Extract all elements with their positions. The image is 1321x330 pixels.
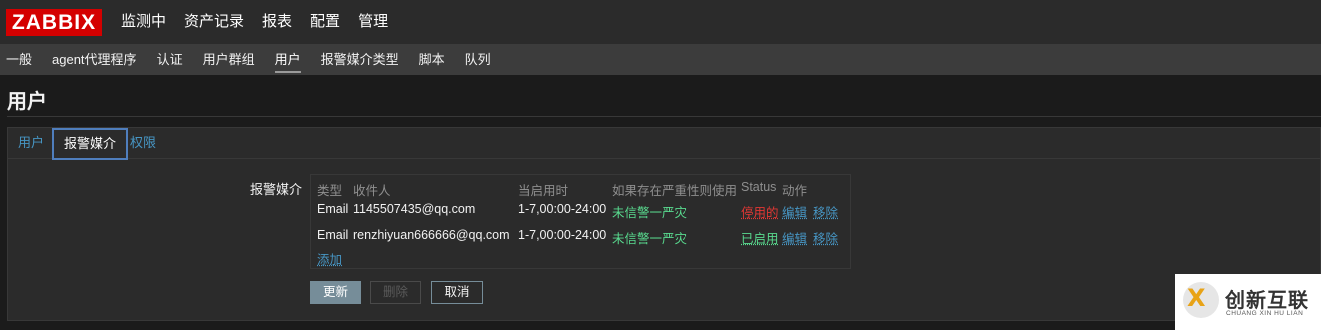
cancel-button[interactable]: 取消 xyxy=(431,281,483,304)
top-navigation-bar: ZABBIX 监测中 资产记录 报表 配置 管理 xyxy=(0,0,1321,44)
row1-edit-link[interactable]: 编辑 xyxy=(782,202,807,221)
row2-recipient: renzhiyuan666666@qq.com xyxy=(353,228,510,242)
row1-remove-link[interactable]: 移除 xyxy=(813,202,838,221)
form-tabs: 用户 报警媒介 权限 xyxy=(8,128,1320,160)
row1-severity: 未信警一严灾 xyxy=(612,206,688,220)
tab-media[interactable]: 报警媒介 xyxy=(52,128,129,160)
row2-edit-link[interactable]: 编辑 xyxy=(782,228,807,247)
watermark-logo: X 创新互联 CHUANG XIN HU LIAN xyxy=(1175,274,1321,330)
submenu-item-authentication[interactable]: 认证 xyxy=(147,44,193,75)
column-header-status: Status xyxy=(741,180,777,194)
watermark-x-icon: X xyxy=(1187,283,1206,313)
row2-type: Email xyxy=(317,228,349,242)
row2-status-toggle[interactable]: 已启用 xyxy=(741,228,779,247)
column-header-type: 类型 xyxy=(317,184,343,198)
column-header-recipient: 收件人 xyxy=(353,184,391,198)
media-table: 类型 收件人 当启用时 如果存在严重性则使用 Status 动作 Email 1… xyxy=(310,174,851,269)
column-header-severity: 如果存在严重性则使用 xyxy=(612,184,738,198)
sub-menu: 一般 agent代理程序 认证 用户群组 用户 报警媒介类型 脚本 队列 xyxy=(0,44,501,75)
column-header-action: 动作 xyxy=(782,184,808,198)
sub-navigation-bar: 一般 agent代理程序 认证 用户群组 用户 报警媒介类型 脚本 队列 xyxy=(0,44,1321,75)
menu-item-monitoring[interactable]: 监测中 xyxy=(112,0,175,44)
row1-recipient: 1145507435@qq.com xyxy=(353,202,476,216)
watermark-chinese-text: 创新互联 xyxy=(1225,290,1309,312)
add-media-link[interactable]: 添加 xyxy=(317,249,342,268)
menu-item-administration[interactable]: 管理 xyxy=(349,0,397,44)
row1-type: Email xyxy=(317,202,349,216)
submenu-item-queue[interactable]: 队列 xyxy=(455,44,501,75)
tab-user[interactable]: 用户 xyxy=(8,128,54,159)
menu-item-inventory[interactable]: 资产记录 xyxy=(175,0,253,44)
row2-remove-link[interactable]: 移除 xyxy=(813,228,838,247)
menu-item-reports[interactable]: 报表 xyxy=(253,0,301,44)
tab-permissions[interactable]: 权限 xyxy=(120,128,166,159)
submenu-item-user-groups[interactable]: 用户群组 xyxy=(193,44,265,75)
submenu-item-users[interactable]: 用户 xyxy=(265,44,311,75)
submenu-item-scripts[interactable]: 脚本 xyxy=(409,44,455,75)
page-title: 用户 xyxy=(7,91,47,113)
main-menu: 监测中 资产记录 报表 配置 管理 xyxy=(112,0,397,44)
update-button[interactable]: 更新 xyxy=(310,281,361,304)
zabbix-logo[interactable]: ZABBIX xyxy=(6,9,102,36)
submenu-item-proxies[interactable]: agent代理程序 xyxy=(42,44,147,75)
row2-when-active: 1-7,00:00-24:00 xyxy=(518,228,607,242)
watermark-english-text: CHUANG XIN HU LIAN xyxy=(1226,310,1304,317)
row2-severity: 未信警一严灾 xyxy=(612,232,688,246)
submenu-item-general[interactable]: 一般 xyxy=(0,44,42,75)
column-header-when-active: 当启用时 xyxy=(518,184,569,198)
page-header: 用户 xyxy=(0,75,1321,117)
header-divider xyxy=(7,116,1321,117)
row1-when-active: 1-7,00:00-24:00 xyxy=(518,202,607,216)
delete-button[interactable]: 删除 xyxy=(370,281,421,304)
submenu-item-media-types[interactable]: 报警媒介类型 xyxy=(311,44,409,75)
watermark-x-letter: X xyxy=(1187,284,1206,312)
media-field-label: 报警媒介 xyxy=(250,182,303,197)
menu-item-configuration[interactable]: 配置 xyxy=(301,0,349,44)
user-form-panel: 用户 报警媒介 权限 报警媒介 类型 收件人 当启用时 如果存在严重性则使用 S… xyxy=(7,127,1321,321)
row1-status-toggle[interactable]: 停用的 xyxy=(741,202,779,221)
